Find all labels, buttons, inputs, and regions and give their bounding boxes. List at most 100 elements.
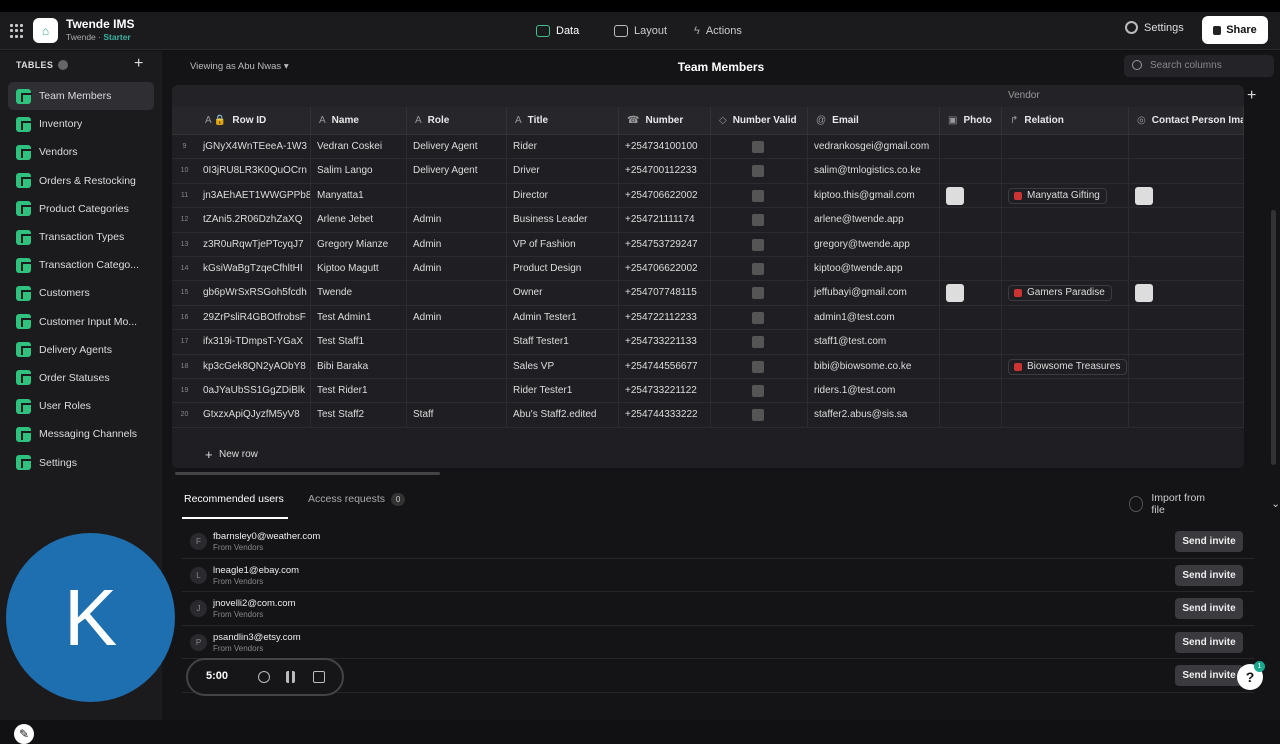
cell-photo[interactable] [940,135,1002,160]
checkbox[interactable] [752,287,764,300]
send-invite-button[interactable]: Send invite [1175,531,1243,552]
pause-icon[interactable] [286,671,295,683]
cell-name[interactable]: Gregory Mianze [311,232,407,257]
cell-relation[interactable]: Gamers Paradise [1002,281,1129,306]
sidebar-item[interactable]: Orders & Restocking [8,167,154,195]
cell-title[interactable]: Director [507,183,619,209]
cell-contact-image[interactable] [1129,403,1244,428]
cell-number[interactable]: +254753729247 [619,232,711,257]
cell-relation[interactable] [1002,256,1129,282]
tab-recommended-users[interactable]: Recommended users [184,493,284,505]
cell-contact-image[interactable] [1129,232,1244,257]
sidebar-item[interactable]: Transaction Types [8,223,154,251]
relation-chip[interactable]: Gamers Paradise [1008,285,1112,302]
cell-email[interactable]: bibi@biowsome.co.ke [808,354,940,379]
cell-relation[interactable] [1002,305,1129,331]
cell-role[interactable] [407,354,507,379]
cell-role[interactable]: Admin [407,256,507,282]
cell-contact-image[interactable] [1129,159,1244,184]
cell-contact-image[interactable] [1129,330,1244,355]
cell-id[interactable]: 0I3jRU8LR3K0QuOCrn [197,159,311,184]
cell-number[interactable]: +254734100100 [619,135,711,160]
cell-number-valid[interactable] [711,305,808,331]
checkbox[interactable] [752,409,764,422]
sidebar-item[interactable]: User Roles [8,392,154,420]
cell-id[interactable]: jGNyX4WnTEeeA-1W3 [197,135,311,160]
cell-email[interactable]: staff1@test.com [808,330,940,355]
table-row[interactable]: 15 gb6pWrSxRSGoh5fcdh Twende Owner +25470774… [172,281,1244,306]
cell-photo[interactable] [940,403,1002,428]
contact-thumbnail[interactable] [1135,284,1153,303]
checkbox[interactable] [752,165,764,178]
cell-title[interactable]: Driver [507,159,619,184]
cell-photo[interactable] [940,354,1002,379]
cell-id[interactable]: GtxzxApiQJyzfM5yV8 [197,403,311,428]
cell-number-valid[interactable] [711,378,808,404]
checkbox[interactable] [752,238,764,251]
table-row[interactable]: 9 jGNyX4WnTEeeA-1W3 Vedran Coskei Delivery … [172,135,1244,160]
cell-role[interactable] [407,183,507,209]
cell-relation[interactable]: Manyatta Gifting [1002,183,1129,209]
cell-number[interactable]: +254700112233 [619,159,711,184]
checkbox[interactable] [752,214,764,227]
cell-name[interactable]: Salim Lango [311,159,407,184]
cell-contact-image[interactable] [1129,305,1244,331]
cell-number-valid[interactable] [711,256,808,282]
column-header[interactable]: A Name [311,107,407,135]
table-row[interactable]: 17 ifx319i-TDmpsT-YGaX Test Staff1 Staff Te… [172,330,1244,355]
relation-chip[interactable]: Manyatta Gifting [1008,187,1107,204]
vertical-scrollbar[interactable] [1271,210,1276,465]
sidebar-item[interactable]: Customer Input Mo... [8,308,154,336]
cell-title[interactable]: Abu's Staff2.edited [507,403,619,428]
cell-photo[interactable] [940,208,1002,233]
chevron-down-icon[interactable]: ⌄ [1271,498,1280,510]
send-invite-button[interactable]: Send invite [1175,564,1243,586]
photo-thumbnail[interactable] [946,284,964,303]
cell-relation[interactable] [1002,378,1129,404]
cell-name[interactable]: Test Admin1 [311,305,407,331]
sidebar-item[interactable]: Delivery Agents [8,336,154,364]
cell-role[interactable]: Staff [407,403,507,428]
search-columns-input[interactable]: Search columns [1124,55,1274,77]
new-row-button[interactable]: New row [172,442,1244,468]
cell-email[interactable]: admin1@test.com [808,305,940,331]
column-header[interactable]: ◎ Contact Person Ima [1129,107,1244,135]
column-header[interactable]: ▣ Photo [940,107,1002,135]
column-header[interactable]: ☎ Number [619,107,711,135]
sidebar-item[interactable]: Transaction Catego... [8,251,154,279]
undo-icon[interactable] [258,671,270,683]
cell-title[interactable]: Business Leader [507,208,619,233]
cell-contact-image[interactable] [1129,281,1244,306]
cell-email[interactable]: arlene@twende.app [808,208,940,233]
cell-number-valid[interactable] [711,208,808,233]
cell-relation[interactable]: Biowsome Treasures [1002,354,1129,379]
cell-name[interactable]: Vedran Coskei [311,135,407,160]
cell-number-valid[interactable] [711,135,808,160]
cell-title[interactable]: Product Design [507,256,619,282]
cell-relation[interactable] [1002,330,1129,355]
send-invite-button[interactable]: Send invite [1175,665,1243,686]
column-header[interactable]: A Title [507,107,619,135]
cell-photo[interactable] [940,232,1002,257]
column-header[interactable]: @ Email [808,107,940,135]
column-header[interactable]: A Role [407,107,507,135]
table-row[interactable]: 10 0I3jRU8LR3K0QuOCrn Salim Lango Delivery … [172,159,1244,184]
table-row[interactable]: 16 29ZrPsliR4GBOtfrobsF Test Admin1 Admin Ad… [172,305,1244,331]
cell-number[interactable]: +254707748115 [619,281,711,306]
cell-role[interactable]: Admin [407,232,507,257]
sidebar-item[interactable]: Vendors [8,138,154,166]
cell-name[interactable]: Kiptoo Magutt [311,256,407,282]
cell-number[interactable]: +254721111174 [619,208,711,233]
cell-contact-image[interactable] [1129,183,1244,209]
cell-contact-image[interactable] [1129,354,1244,379]
cell-number[interactable]: +254744333222 [619,403,711,428]
tab-data[interactable]: Data [536,21,579,41]
cell-number[interactable]: +254706622002 [619,256,711,282]
column-header[interactable]: ◇ Number Valid [711,107,808,135]
cell-number-valid[interactable] [711,159,808,184]
checkbox[interactable] [752,360,764,373]
share-button[interactable]: Share [1202,16,1268,44]
tab-actions[interactable]: ϟ Actions [694,21,742,41]
cell-photo[interactable] [940,281,1002,306]
cell-id[interactable]: ifx319i-TDmpsT-YGaX [197,330,311,355]
